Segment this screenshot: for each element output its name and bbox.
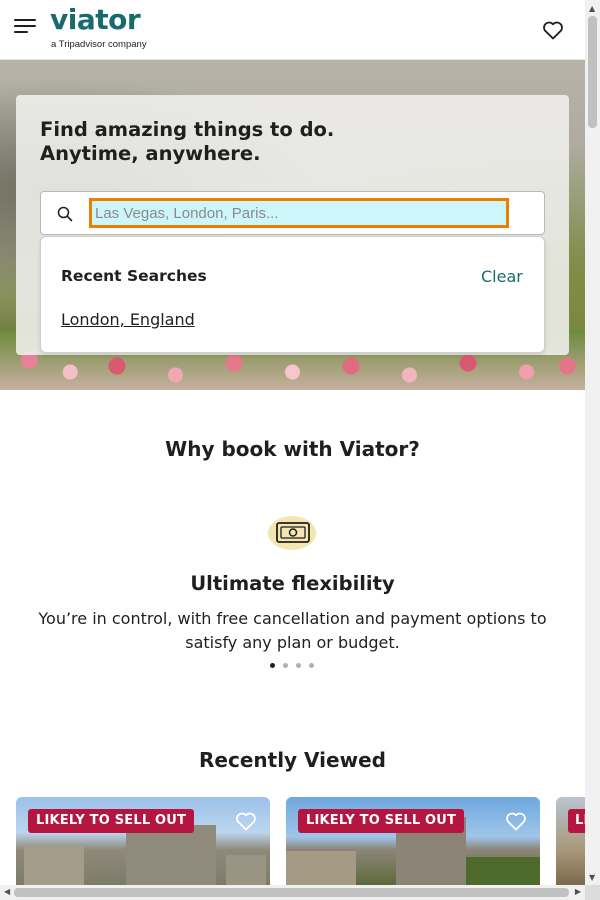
site-header: viator a Tripadvisor company xyxy=(0,0,585,60)
logo-subtext: a Tripadvisor company xyxy=(51,39,147,50)
carousel-dot[interactable] xyxy=(283,663,288,668)
clear-recent-button[interactable]: Clear xyxy=(481,267,523,286)
viator-logo[interactable]: viator xyxy=(50,3,141,36)
hero-title-line2: Anytime, anywhere. xyxy=(40,142,261,165)
wishlist-heart-icon[interactable] xyxy=(541,18,565,42)
vertical-scrollbar[interactable]: ▲ ▼ xyxy=(585,0,600,885)
scroll-down-arrow-icon[interactable]: ▼ xyxy=(589,873,595,882)
scroll-left-arrow-icon[interactable]: ◀ xyxy=(4,887,10,896)
carousel-dot[interactable] xyxy=(270,663,275,668)
carousel-dot[interactable] xyxy=(296,663,301,668)
card-heart-icon[interactable] xyxy=(504,810,528,832)
hamburger-menu-icon[interactable] xyxy=(14,19,36,37)
carousel-dot[interactable] xyxy=(309,663,314,668)
recent-searches-dropdown xyxy=(40,236,545,353)
scrollbar-corner xyxy=(585,885,600,900)
feature-description: You’re in control, with free cancellatio… xyxy=(38,609,547,652)
horizontal-scrollbar[interactable]: ◀ ▶ xyxy=(0,885,585,900)
recently-viewed-title: Recently Viewed xyxy=(199,748,386,772)
recent-searches-label: Recent Searches xyxy=(61,267,207,285)
feature-title: Ultimate flexibility xyxy=(190,572,395,595)
likely-to-sell-out-badge: LIKELY TO SELL OUT xyxy=(28,809,195,833)
search-icon xyxy=(57,206,73,222)
likely-to-sell-out-badge: LI xyxy=(568,809,585,833)
likely-to-sell-out-badge: LIKELY TO SELL OUT xyxy=(298,809,465,833)
vertical-scroll-thumb[interactable] xyxy=(588,16,597,128)
hero-title-line1: Find amazing things to do. xyxy=(40,118,335,141)
search-input[interactable] xyxy=(89,198,509,228)
carousel-dots xyxy=(270,663,320,669)
horizontal-scroll-thumb[interactable] xyxy=(14,888,569,897)
money-bill-icon xyxy=(266,514,320,554)
card-heart-icon[interactable] xyxy=(234,810,258,832)
scroll-right-arrow-icon[interactable]: ▶ xyxy=(575,887,581,896)
recent-search-item[interactable]: London, England xyxy=(61,310,195,329)
scroll-up-arrow-icon[interactable]: ▲ xyxy=(589,4,595,13)
why-book-title: Why book with Viator? xyxy=(165,437,420,461)
hero-title: Find amazing things to do. Anytime, anyw… xyxy=(40,118,360,166)
